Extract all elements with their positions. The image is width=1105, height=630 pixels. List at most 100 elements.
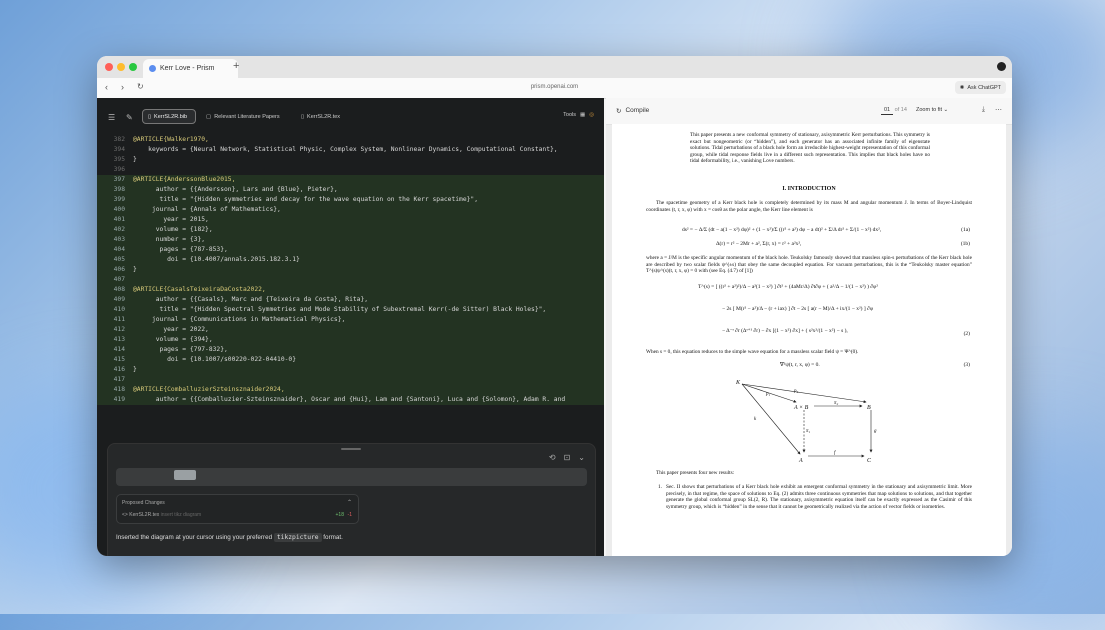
line-number: 394 [113, 146, 125, 153]
diagram-label: f [834, 451, 836, 456]
tab-title: Kerr Love - Prism [160, 65, 215, 72]
code-line[interactable]: 412 year = 2022, [97, 325, 604, 335]
equation-number: (1b) [960, 241, 970, 247]
code-line[interactable]: 409 author = {{Casals}, Marc and {Teixei… [97, 295, 604, 305]
ask-chatgpt-button[interactable]: ✺ Ask ChatGPT [954, 81, 1006, 94]
diagram-label: K [735, 380, 741, 386]
line-number: 414 [113, 346, 125, 353]
line-number: 411 [113, 316, 125, 323]
code-line[interactable]: 401 year = 2015, [97, 215, 604, 225]
line-number: 417 [113, 376, 125, 383]
line-text: author = {{Casals}, Marc and {Teixeira d… [133, 296, 369, 303]
code-line[interactable]: 394 keywords = {Neural Network, Statisti… [97, 145, 604, 155]
equation-1a: ds² = − Δ/Σ (dt − a(1 − x²) dφ)² + (1 − … [682, 227, 882, 233]
code-line[interactable]: 413 volume = {394}, [97, 335, 604, 345]
equation-number: (3) [963, 362, 970, 368]
chevron-up-icon[interactable]: ⌃ [347, 499, 352, 506]
diagram-label: g [874, 429, 877, 434]
line-number: 398 [113, 186, 125, 193]
compile-button[interactable]: ↻ Compile [616, 107, 649, 115]
code-line[interactable]: 408 @ARTICLE{CasalsTeixeiraDaCosta2022, [97, 285, 604, 295]
equation-2-line1: T^(s) = [ ((r² + a²)²)/Δ − a²(1 − x²) ] … [698, 284, 878, 290]
code-line[interactable]: 415 doi = {10.1007/s00220-022-04410-0} [97, 355, 604, 365]
code-line[interactable]: 400 journal = {Annals of Mathematics}, [97, 205, 604, 215]
intro-paragraph: When s = 0, this equation reduces to the… [646, 349, 859, 355]
result-number: 1. [658, 484, 662, 490]
page-number-input[interactable]: 01 [881, 106, 894, 115]
diagram-label: p₂ [793, 389, 799, 394]
tools-menu[interactable]: Tools ▦ ◎ [563, 112, 594, 118]
code-line[interactable]: 411 journal = {Communications in Mathema… [97, 315, 604, 325]
download-icon[interactable]: ⤓ [982, 106, 985, 114]
resize-handle[interactable] [341, 448, 361, 450]
line-number: 409 [113, 296, 125, 303]
file-icon: ▯ [148, 113, 152, 120]
code-line[interactable]: 402 volume = {182}, [97, 225, 604, 235]
intro-paragraph: where a = J/M is the specific angular mo… [646, 255, 972, 275]
equation-2-line3: − Δ⁻ˢ ∂r (Δˢ⁺¹ ∂r) − ∂x [(1 − x²) ∂x] + … [722, 328, 848, 334]
message-text: Inserted the diagram at your cursor usin… [116, 534, 274, 541]
line-text: number = {3}, [133, 236, 206, 243]
minimize-window-button[interactable] [117, 63, 125, 71]
more-icon[interactable]: ⋯ [995, 106, 1002, 114]
line-text: journal = {Annals of Mathematics}, [133, 206, 281, 213]
menu-icon[interactable]: ☰ [108, 113, 115, 122]
code-line[interactable]: 399 title = "{Hidden symmetries and deca… [97, 195, 604, 205]
new-file-icon[interactable]: ✎ [126, 113, 133, 122]
file-tab-literature[interactable]: ▢ Relevant Literature Papers [201, 109, 285, 124]
line-text: @ARTICLE{AnderssonBlue2015, [133, 176, 236, 183]
code-line[interactable]: 382 @ARTICLE{Walker1970, [97, 135, 604, 145]
history-icon[interactable]: ⟲ [549, 453, 556, 462]
code-line[interactable]: 397 @ARTICLE{AnderssonBlue2015, [97, 175, 604, 185]
line-text: year = 2022, [133, 326, 209, 333]
code-line[interactable]: 398 author = {{Andersson}, Lars and {Blu… [97, 185, 604, 195]
code-line[interactable]: 395} [97, 155, 604, 165]
url-field[interactable]: prism.openai.com [97, 84, 1012, 90]
line-text: doi = {10.1007/s00220-022-04410-0} [133, 356, 297, 363]
chevron-down-icon[interactable]: ⌄ [578, 453, 585, 462]
code-line[interactable]: 406} [97, 265, 604, 275]
line-number: 407 [113, 276, 125, 283]
line-text: } [133, 156, 137, 163]
line-text: title = "{Hidden Spectral Symmetries and… [133, 306, 547, 313]
profile-icon[interactable] [997, 62, 1006, 71]
code-line[interactable]: 410 title = "{Hidden Spectral Symmetries… [97, 305, 604, 315]
maximize-window-button[interactable] [129, 63, 137, 71]
ask-chatgpt-label: Ask ChatGPT [967, 84, 1001, 91]
close-window-button[interactable] [105, 63, 113, 71]
code-line[interactable]: 414 pages = {797-832}, [97, 345, 604, 355]
results-intro: This paper presents four new results: [656, 470, 735, 476]
zoom-select[interactable]: Zoom to fit ⌄ [916, 107, 948, 113]
line-text: } [133, 366, 137, 373]
code-editor[interactable]: 382 @ARTICLE{Walker1970, 394 keywords = {N… [97, 135, 604, 425]
expand-icon[interactable]: ⊡ [564, 453, 571, 462]
code-line[interactable]: 418 @ARTICLE{ComballuzierSzteinsznaider20… [97, 385, 604, 395]
code-line[interactable]: 404 pages = {787-853}, [97, 245, 604, 255]
browser-tab[interactable]: Kerr Love - Prism [143, 59, 238, 78]
line-number: 416 [113, 366, 125, 373]
chat-actions: ⟲ ⊡ ⌄ [549, 453, 585, 462]
code-line[interactable]: 396 [97, 165, 604, 175]
zoom-value: Zoom to fit [916, 107, 942, 113]
proposed-changes-title: Proposed Changes [122, 500, 165, 506]
proposed-desc: insert tikz diagram [160, 512, 202, 518]
code-line[interactable]: 419 author = {{Comballuzier-Szteinsznaid… [97, 395, 604, 405]
diagram-label: p₁ [765, 392, 771, 397]
pdf-toolbar: ↻ Compile 01 of 14 Zoom to fit ⌄ ⤓ ⋯ [606, 98, 1012, 125]
equation-1b: Δ(r) = r² − 2Mr + a², Σ(r, x) = r² + a²x… [716, 241, 802, 247]
file-tab-tex[interactable]: ▯ KerrSL2R.tex [296, 109, 345, 124]
favicon-icon [149, 65, 156, 72]
code-line[interactable]: 416} [97, 365, 604, 375]
file-tab-bib[interactable]: ▯ KerrSL2R.bib [142, 109, 196, 124]
code-line[interactable]: 405 doi = {10.4007/annals.2015.182.3.1} [97, 255, 604, 265]
code-line[interactable]: 417 [97, 375, 604, 385]
code-line[interactable]: 407 [97, 275, 604, 285]
status-icon: ◎ [589, 112, 594, 118]
chatgpt-icon: ✺ [959, 84, 965, 91]
code-line[interactable]: 403 number = {3}, [97, 235, 604, 245]
proposed-change-row[interactable]: <> KerrSL2R.tex insert tikz diagram [122, 512, 354, 518]
line-text: pages = {797-832}, [133, 346, 228, 353]
editor-toolbar: ☰ ✎ ▯ KerrSL2R.bib ▢ Relevant Literature… [97, 98, 604, 135]
proposed-changes-card[interactable]: Proposed Changes ⌃ <> KerrSL2R.tex inser… [116, 494, 359, 524]
new-tab-button[interactable]: + [233, 60, 239, 72]
